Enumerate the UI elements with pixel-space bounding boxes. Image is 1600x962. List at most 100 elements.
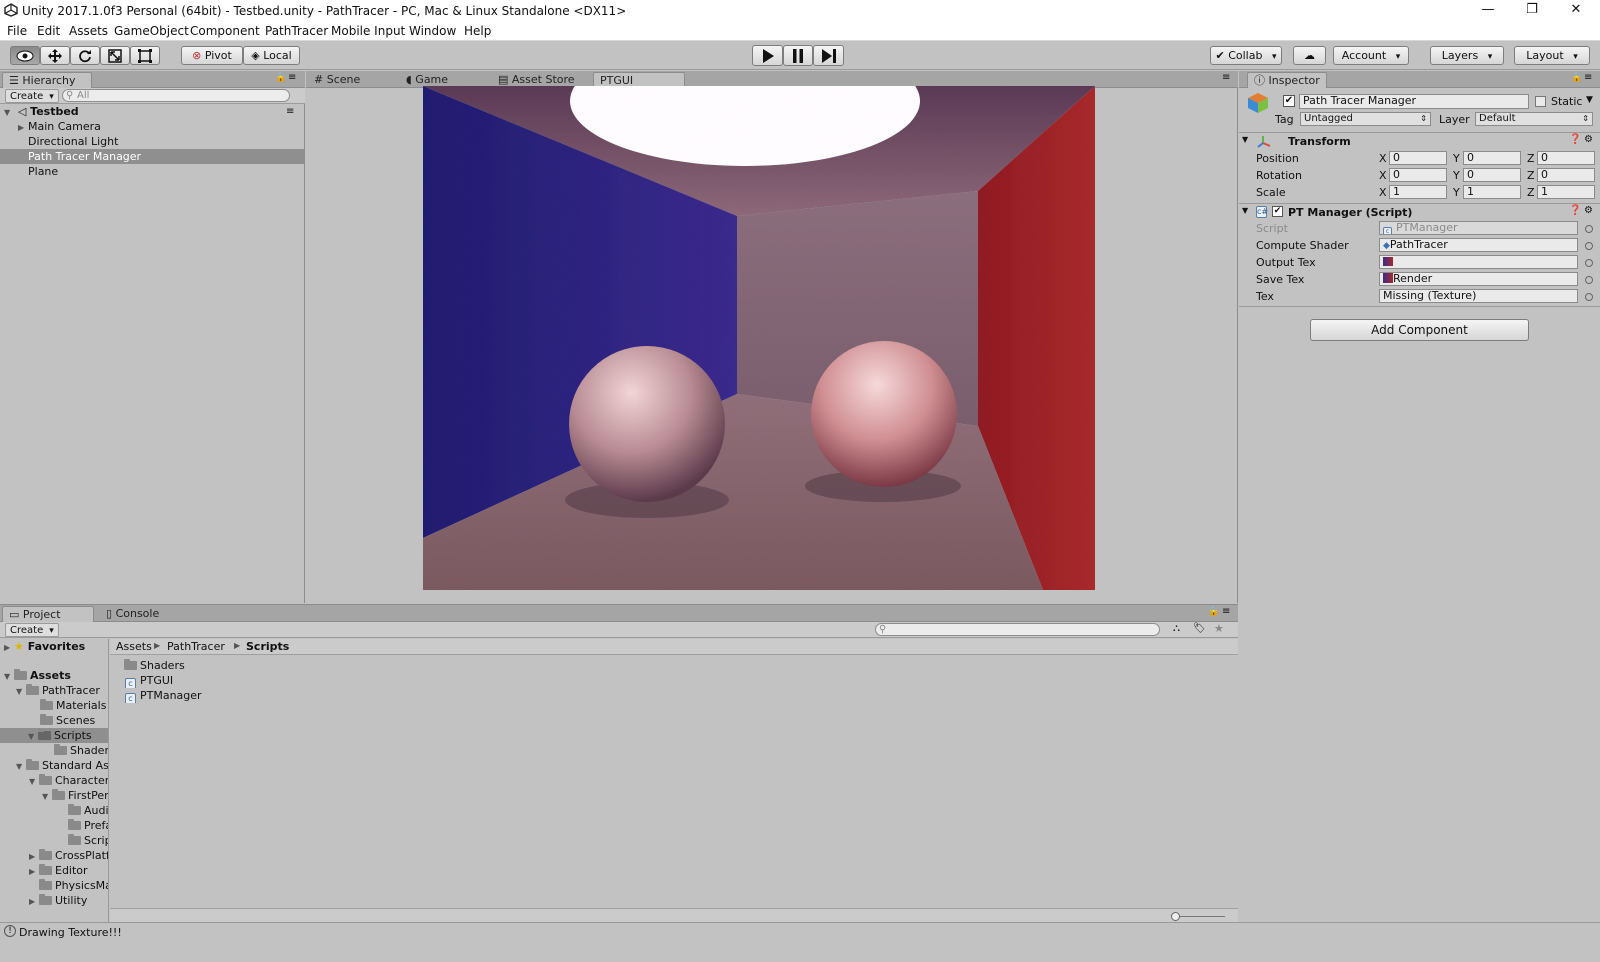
hierarchy-item-main-camera[interactable]: ▶ Main Camera [0, 119, 305, 134]
object-picker-icon[interactable] [1585, 225, 1593, 233]
file-shaders-folder[interactable]: Shaders [124, 658, 324, 673]
hierarchy-item-directional-light[interactable]: Directional Light [0, 134, 305, 149]
tree-crossplatforminput[interactable]: ▶CrossPlatformInput [29, 848, 108, 863]
tree-characters[interactable]: ▼Characters [29, 773, 108, 788]
rotation-x-field[interactable]: 0 [1389, 168, 1447, 182]
menu-pathtracer[interactable]: PathTracer [265, 24, 328, 38]
close-button[interactable]: ✕ [1554, 0, 1598, 22]
rect-tool-button[interactable] [130, 46, 160, 65]
object-picker-icon[interactable] [1585, 293, 1593, 301]
panel-menu-icon[interactable]: ≡ [1584, 72, 1592, 83]
tree-shaders[interactable]: Shaders [54, 743, 108, 758]
hierarchy-item-plane[interactable]: Plane [0, 164, 305, 179]
menu-gameobject[interactable]: GameObject [114, 24, 189, 38]
play-button[interactable] [752, 45, 783, 66]
breadcrumb-assets[interactable]: Assets [116, 640, 152, 653]
step-button[interactable] [813, 45, 844, 66]
object-picker-icon[interactable] [1585, 276, 1593, 284]
help-icon[interactable]: ❓ [1569, 134, 1581, 145]
hierarchy-item-path-tracer-manager[interactable]: Path Tracer Manager [0, 149, 305, 164]
lock-icon[interactable]: 🔒 [1571, 73, 1582, 83]
account-dropdown[interactable]: Account [1333, 46, 1409, 65]
tab-hierarchy[interactable]: ☰ Hierarchy [2, 72, 92, 88]
pt-manager-header[interactable]: ▼ c# ✔ PT Manager (Script) ❓ ⚙ [1239, 203, 1600, 220]
collapse-icon[interactable]: ▼ [1242, 135, 1248, 144]
favorite-star-icon[interactable]: ★ [1214, 622, 1224, 635]
rotation-y-field[interactable]: 0 [1463, 168, 1521, 182]
output-tex-field[interactable] [1379, 255, 1578, 269]
tab-console[interactable]: ▯ Console [100, 606, 165, 622]
tree-scenes[interactable]: Scenes [40, 713, 108, 728]
save-tex-field[interactable]: Render [1379, 272, 1578, 286]
tree-physicsmaterials[interactable]: PhysicsMaterials [39, 878, 108, 893]
tab-scene[interactable]: # Scene [308, 72, 366, 88]
position-y-field[interactable]: 0 [1463, 151, 1521, 165]
panel-menu-icon[interactable]: ≡ [1222, 606, 1230, 617]
icon-size-slider-track[interactable] [1173, 916, 1225, 917]
local-toggle[interactable]: ◈ Local [243, 46, 300, 65]
gear-icon[interactable]: ⚙ [1584, 134, 1593, 145]
tree-prefabs[interactable]: Prefabs [68, 818, 108, 833]
active-checkbox[interactable]: ✔ [1283, 95, 1295, 107]
view-tool-button[interactable] [10, 46, 40, 65]
file-ptgui-script[interactable]: c PTGUI [125, 673, 325, 688]
tree-materials[interactable]: Materials [40, 698, 108, 713]
lock-icon[interactable]: 🔒 [1208, 607, 1219, 617]
menu-component[interactable]: Component [190, 24, 260, 38]
project-search-input[interactable]: ⚲ [875, 623, 1160, 636]
help-icon[interactable]: ❓ [1569, 205, 1581, 216]
status-message[interactable]: Drawing Texture!!! [19, 926, 122, 939]
scale-x-field[interactable]: 1 [1389, 185, 1447, 199]
move-tool-button[interactable] [40, 46, 70, 65]
panel-menu-icon[interactable]: ≡ [288, 72, 296, 83]
layers-dropdown[interactable]: Layers [1430, 46, 1504, 65]
tree-pathtracer[interactable]: ▼ PathTracer [16, 683, 108, 698]
scale-z-field[interactable]: 1 [1537, 185, 1595, 199]
component-enabled-checkbox[interactable]: ✔ [1272, 206, 1283, 217]
collapse-icon[interactable]: ▼ [1242, 206, 1248, 215]
tab-inspector[interactable]: ⓘ Inspector [1247, 72, 1327, 88]
tab-project[interactable]: ▭ Project [2, 606, 94, 622]
tree-favorites[interactable]: ▶ ★ Favorites [4, 639, 108, 654]
menu-edit[interactable]: Edit [37, 24, 60, 38]
pivot-toggle[interactable]: ⊗ Pivot [181, 46, 243, 65]
gear-icon[interactable]: ⚙ [1584, 205, 1593, 216]
tree-fp-scripts[interactable]: Scripts [68, 833, 108, 848]
tree-firstpersoncharacter[interactable]: ▼FirstPersonCharacter [42, 788, 108, 803]
scene-root-testbed[interactable]: ▼ ◁ Testbed ≡ [0, 104, 305, 119]
menu-mobile-input[interactable]: Mobile Input [331, 24, 405, 38]
scene-menu-icon[interactable]: ≡ [286, 104, 294, 119]
layer-dropdown[interactable]: Default ⇕ [1475, 112, 1593, 126]
tree-audio[interactable]: Audio [68, 803, 108, 818]
tree-utility[interactable]: ▶ Utility [29, 893, 108, 908]
static-checkbox[interactable] [1535, 96, 1546, 107]
tree-assets[interactable]: ▼ Assets [4, 668, 108, 683]
menu-window[interactable]: Window [409, 24, 456, 38]
layout-dropdown[interactable]: Layout [1514, 46, 1590, 65]
object-name-field[interactable]: Path Tracer Manager [1299, 94, 1529, 109]
restore-button[interactable]: ❐ [1510, 0, 1554, 22]
pause-button[interactable] [783, 45, 813, 66]
position-z-field[interactable]: 0 [1537, 151, 1595, 165]
minimize-button[interactable]: — [1466, 0, 1510, 22]
add-component-button[interactable]: Add Component [1310, 319, 1529, 341]
tree-standard-assets[interactable]: ▼Standard Assets [16, 758, 108, 773]
transform-header[interactable]: ▼ Transform ❓ ⚙ [1239, 132, 1600, 149]
scale-tool-button[interactable] [100, 46, 130, 65]
menu-assets[interactable]: Assets [69, 24, 108, 38]
rotate-tool-button[interactable] [70, 46, 100, 65]
tree-editor[interactable]: ▶ Editor [29, 863, 108, 878]
lock-icon[interactable]: 🔒 [275, 73, 286, 83]
filter-by-label-icon[interactable]: 🏷 [1193, 623, 1206, 634]
tree-scripts-selected[interactable]: ▼ Scripts [0, 728, 108, 743]
panel-menu-icon[interactable]: ≡ [1222, 72, 1230, 83]
position-x-field[interactable]: 0 [1389, 151, 1447, 165]
cloud-button[interactable]: ☁ [1293, 46, 1326, 65]
project-create-button[interactable]: Create [5, 623, 59, 637]
compute-shader-field[interactable]: ◆PathTracer [1379, 238, 1578, 252]
rotation-z-field[interactable]: 0 [1537, 168, 1595, 182]
icon-size-slider-thumb[interactable] [1171, 912, 1180, 921]
scale-y-field[interactable]: 1 [1463, 185, 1521, 199]
object-picker-icon[interactable] [1585, 259, 1593, 267]
hierarchy-create-button[interactable]: Create [5, 89, 59, 103]
